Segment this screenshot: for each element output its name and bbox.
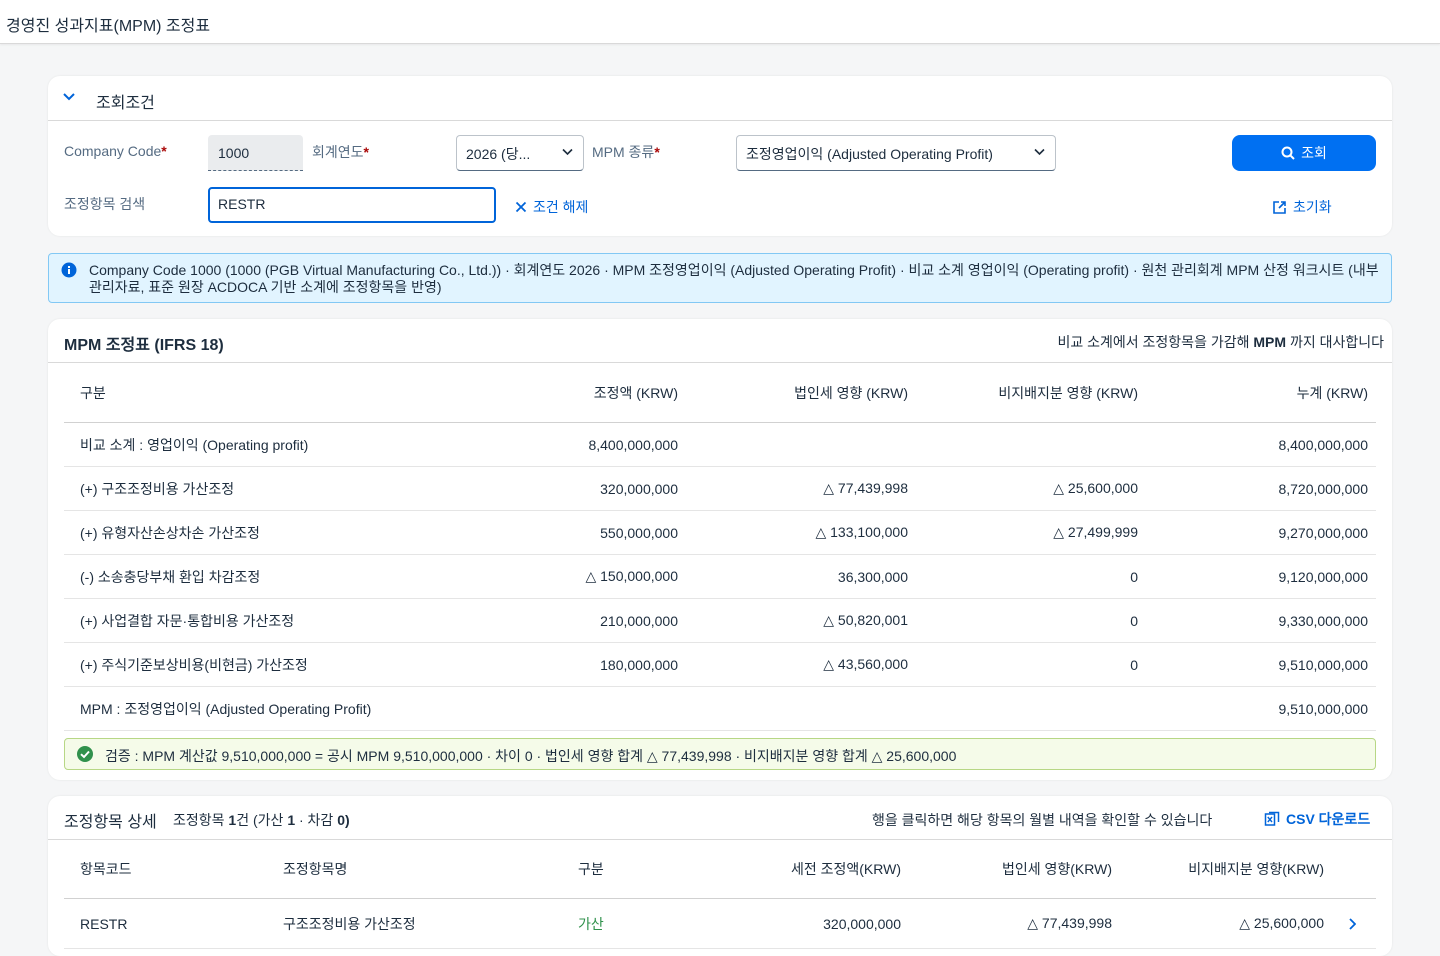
mpm-type-label: MPM 종류* <box>592 144 660 160</box>
company-code-field[interactable]: 1000 <box>208 135 303 171</box>
table-cell: 구조조정비용 가산조정 <box>283 915 416 932</box>
table-cell: △ 133,100,000 <box>815 524 908 540</box>
table-row: 비교 소계 : 영업이익 (Operating profit) 8,400,00… <box>64 423 1376 467</box>
mpm-table-title: MPM 조정표 (IFRS 18) <box>64 337 224 354</box>
table-cell: 8,720,000,000 <box>1278 480 1368 497</box>
shell-bar: 경영진 성과지표(MPM) 조정표 <box>0 0 1440 44</box>
info-icon <box>61 262 77 278</box>
column-header: 구분 <box>578 861 604 877</box>
table-cell: 9,330,000,000 <box>1278 612 1368 629</box>
table-cell: 320,000,000 <box>823 915 901 932</box>
column-header: 조정항목명 <box>283 861 348 877</box>
adjustment-search-input[interactable]: RESTR <box>208 187 496 223</box>
table-header-row: 구분 조정액 (KRW) 법인세 영향 (KRW) 비지배지분 영향 (KRW)… <box>64 364 1376 423</box>
info-message-text: Company Code 1000 (1000 (PGB Virtual Man… <box>89 262 1379 295</box>
table-cell: △ 25,600,000 <box>1239 915 1324 931</box>
detail-header: 조정항목 상세 조정항목 1건 (가산 1 · 차감 0) 행을 클릭하면 해당… <box>48 796 1392 840</box>
mpm-table-note: 비교 소계에서 조정항목을 가감해 MPM 까지 대사합니다 <box>1057 334 1384 350</box>
clear-conditions-button[interactable]: 조건 해제 <box>515 197 588 217</box>
column-header: 법인세 영향(KRW) <box>1001 861 1112 877</box>
table-cell: 36,300,000 <box>837 568 908 585</box>
table-cell: △ 50,820,001 <box>823 612 908 628</box>
chevron-right-icon[interactable] <box>1348 899 1356 948</box>
reset-button[interactable]: 초기화 <box>1272 197 1332 217</box>
search-icon <box>1281 146 1295 160</box>
company-code-label: Company Code* <box>64 143 167 159</box>
table-cell: 180,000,000 <box>600 656 678 673</box>
column-header: 항목코드 <box>80 861 132 877</box>
table-cell: 8,400,000,000 <box>1278 436 1368 453</box>
column-header: 구분 <box>80 385 106 401</box>
table-cell: (+) 구조조정비용 가산조정 <box>80 480 235 497</box>
table-cell: (+) 주식기준보상비용(비현금) 가산조정 <box>80 656 308 673</box>
table-cell: (+) 사업결합 자문·통합비용 가산조정 <box>80 612 295 629</box>
table-cell: △ 150,000,000 <box>585 568 678 584</box>
detail-hint: 행을 클릭하면 해당 항목의 월별 내역을 확인할 수 있습니다 <box>872 812 1213 828</box>
csv-download-button[interactable]: CSV 다운로드 <box>1264 809 1370 829</box>
table-cell: (-) 소송충당부채 환입 차감조정 <box>80 568 261 585</box>
info-message-strip: Company Code 1000 (1000 (PGB Virtual Man… <box>48 253 1392 303</box>
filter-header[interactable]: 조회조건 <box>48 76 1392 121</box>
validation-text: 검증 : MPM 계산값 9,510,000,000 = 공시 MPM 9,51… <box>105 748 957 764</box>
mpm-table-header: MPM 조정표 (IFRS 18) 비교 소계에서 조정항목을 가감해 MPM … <box>48 319 1392 363</box>
app-title: 경영진 성과지표(MPM) 조정표 <box>6 18 211 35</box>
table-cell: 0 <box>1130 612 1138 629</box>
adjustment-search-label: 조정항목 검색 <box>64 196 146 212</box>
column-header: 세전 조정액(KRW) <box>790 861 901 877</box>
close-icon <box>515 201 527 213</box>
table-row: (-) 소송충당부채 환입 차감조정 △ 150,000,000 36,300,… <box>64 555 1376 599</box>
table-row: (+) 사업결합 자문·통합비용 가산조정 210,000,000 △ 50,8… <box>64 599 1376 643</box>
detail-count: 조정항목 1건 (가산 1 · 차감 0) <box>173 812 350 828</box>
table-row: (+) 구조조정비용 가산조정 320,000,000 △ 77,439,998… <box>64 467 1376 511</box>
query-button[interactable]: 조회 <box>1232 135 1376 171</box>
column-header: 법인세 영향 (KRW) <box>794 385 908 401</box>
table-cell: MPM : 조정영업이익 (Adjusted Operating Profit) <box>80 700 372 717</box>
table-cell: RESTR <box>80 915 128 932</box>
detail-table: 항목코드 조정항목명 구분 세전 조정액(KRW) 법인세 영향(KRW) 비지… <box>64 840 1376 949</box>
chevron-down-icon <box>1034 148 1045 156</box>
column-header: 조정액 (KRW) <box>593 385 678 401</box>
table-cell: (+) 유형자산손상차손 가산조정 <box>80 524 260 541</box>
table-row: MPM : 조정영업이익 (Adjusted Operating Profit)… <box>64 687 1376 731</box>
table-cell: △ 27,499,999 <box>1053 524 1138 540</box>
table-cell: 9,510,000,000 <box>1278 656 1368 673</box>
table-cell: 비교 소계 : 영업이익 (Operating profit) <box>80 436 309 453</box>
table-cell: 210,000,000 <box>600 612 678 629</box>
table-cell: 550,000,000 <box>600 524 678 541</box>
column-header: 비지배지분 영향 (KRW) <box>998 385 1138 401</box>
table-cell: 8,400,000,000 <box>588 436 678 453</box>
table-cell: 0 <box>1130 568 1138 585</box>
table-cell: 9,510,000,000 <box>1278 700 1368 717</box>
detail-title: 조정항목 상세 <box>64 814 157 831</box>
adjustment-detail-card: 조정항목 상세 조정항목 1건 (가산 1 · 차감 0) 행을 클릭하면 해당… <box>48 796 1392 956</box>
mpm-table: 구분 조정액 (KRW) 법인세 영향 (KRW) 비지배지분 영향 (KRW)… <box>64 364 1376 731</box>
reset-icon <box>1273 200 1286 214</box>
chevron-down-icon <box>562 148 573 156</box>
table-header-row: 항목코드 조정항목명 구분 세전 조정액(KRW) 법인세 영향(KRW) 비지… <box>64 840 1376 899</box>
filter-panel: 조회조건 Company Code* 1000 회계연도* 2026 (당...… <box>48 76 1392 236</box>
filter-title: 조회조건 <box>96 95 155 112</box>
chevron-down-icon[interactable] <box>62 90 76 104</box>
table-row: (+) 유형자산손상차손 가산조정 550,000,000 △ 133,100,… <box>64 511 1376 555</box>
table-cell: 9,270,000,000 <box>1278 524 1368 541</box>
table-cell: 0 <box>1130 656 1138 673</box>
status-badge: 가산 <box>578 915 604 932</box>
table-cell: △ 25,600,000 <box>1053 480 1138 496</box>
table-cell: 320,000,000 <box>600 480 678 497</box>
table-cell: △ 77,439,998 <box>1027 915 1112 931</box>
fiscal-year-label: 회계연도* <box>312 144 369 160</box>
table-cell: 9,120,000,000 <box>1278 568 1368 585</box>
check-circle-icon <box>77 746 93 762</box>
mpm-type-select[interactable]: 조정영업이익 (Adjusted Operating Profit) <box>736 135 1056 171</box>
table-row: (+) 주식기준보상비용(비현금) 가산조정 180,000,000 △ 43,… <box>64 643 1376 687</box>
excel-export-icon <box>1264 811 1280 826</box>
table-cell: △ 77,439,998 <box>823 480 908 496</box>
table-row[interactable]: RESTR 구조조정비용 가산조정 가산 320,000,000 △ 77,43… <box>64 899 1376 949</box>
column-header: 비지배지분 영향(KRW) <box>1188 861 1324 877</box>
column-header: 누계 (KRW) <box>1296 385 1368 401</box>
fiscal-year-select[interactable]: 2026 (당... <box>456 135 584 171</box>
mpm-table-card: MPM 조정표 (IFRS 18) 비교 소계에서 조정항목을 가감해 MPM … <box>48 319 1392 780</box>
validation-message-strip: 검증 : MPM 계산값 9,510,000,000 = 공시 MPM 9,51… <box>64 738 1376 770</box>
table-cell: △ 43,560,000 <box>823 656 908 672</box>
